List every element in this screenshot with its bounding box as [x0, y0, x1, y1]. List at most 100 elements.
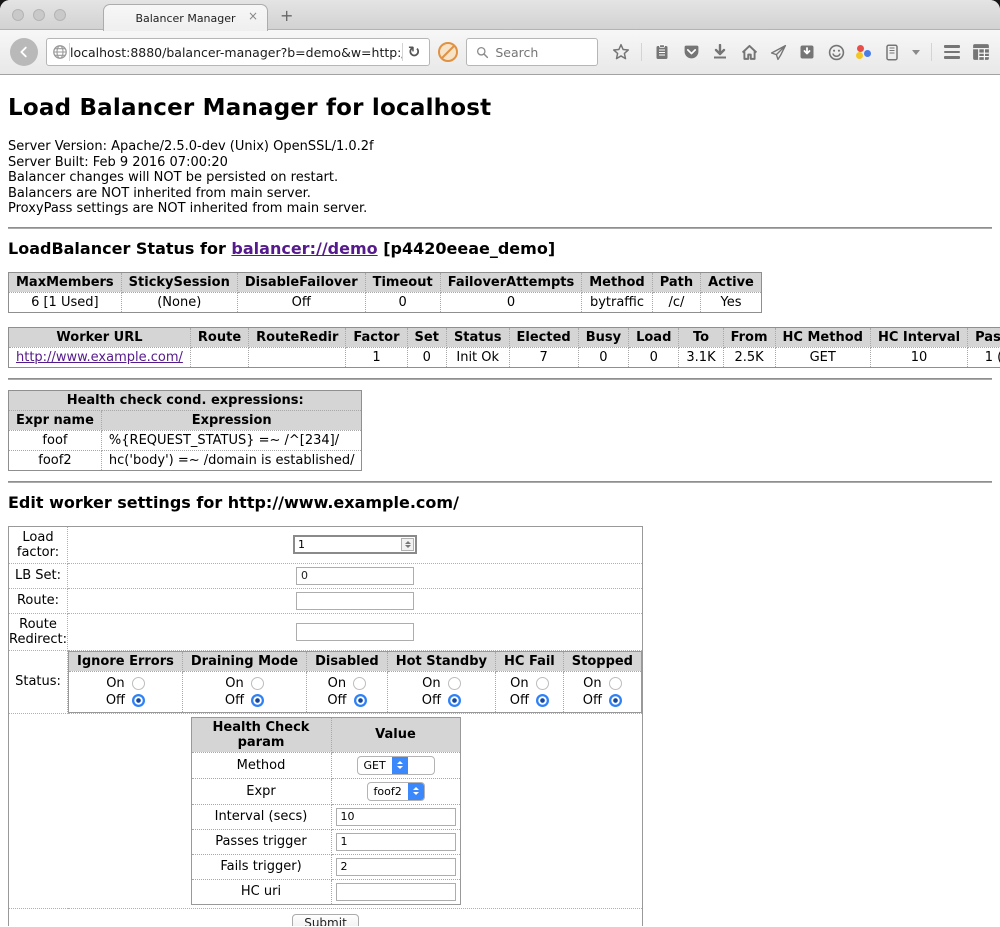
col-method: Method — [582, 272, 652, 292]
reload-icon[interactable]: ↻ — [403, 43, 426, 61]
col-status: Status — [446, 327, 509, 347]
install-box-icon[interactable] — [798, 43, 816, 61]
radio-draining-mode-on[interactable] — [251, 677, 264, 690]
hc-method-value: GET — [358, 757, 392, 774]
overflow-caret-icon[interactable] — [912, 50, 920, 55]
expr-row-foof: foof %{REQUEST_STATUS} =~ /^[234]/ — [9, 430, 362, 450]
window-controls — [12, 9, 66, 21]
col-set: Set — [407, 327, 446, 347]
divider — [8, 227, 992, 229]
globe-icon[interactable] — [51, 43, 69, 61]
tab-title: Balancer Manager — [135, 12, 235, 25]
hc-passes-input[interactable] — [336, 833, 456, 851]
worker-url-link[interactable]: http://www.example.com/ — [16, 350, 183, 365]
cell-failoverattempts: 0 — [440, 292, 582, 312]
col-hc-value: Value — [331, 717, 460, 752]
off-label: Off — [106, 692, 125, 709]
tab-balancer-manager[interactable]: Balancer Manager × — [103, 4, 268, 31]
cell-active: Yes — [701, 292, 762, 312]
lb-set-label: LB Set: — [9, 563, 68, 588]
smiley-icon[interactable] — [827, 43, 845, 61]
radio-hc-fail-off[interactable] — [536, 694, 549, 707]
worker-data-row: http://www.example.com/ 1 0 Init Ok 7 0 … — [9, 347, 1000, 367]
radio-hot-standby-off[interactable] — [448, 694, 461, 707]
colored-dots-icon[interactable] — [856, 44, 872, 60]
submit-button[interactable]: Submit — [292, 914, 359, 927]
back-button[interactable] — [10, 38, 38, 66]
menu-icon[interactable] — [943, 43, 961, 61]
hc-uri-input[interactable] — [336, 883, 456, 901]
hc-uri-label: HC uri — [191, 879, 331, 904]
tab-close-icon[interactable]: × — [248, 10, 258, 22]
col-expression: Expression — [101, 410, 362, 430]
hc-fails-row: Fails trigger) — [191, 854, 460, 879]
radio-ignore-errors-off[interactable] — [132, 694, 145, 707]
route-input[interactable] — [296, 592, 414, 610]
cell-passes: 1 (0) — [968, 347, 1000, 367]
route-redirect-label: Route Redirect: — [9, 613, 68, 650]
off-label: Off — [583, 692, 602, 709]
radio-draining-mode-off[interactable] — [251, 694, 264, 707]
col-hc-interval: HC Interval — [870, 327, 967, 347]
home-icon[interactable] — [740, 43, 758, 61]
col-stopped: Stopped — [563, 651, 641, 671]
hc-fails-input[interactable] — [336, 858, 456, 876]
off-label: Off — [422, 692, 441, 709]
search-icon — [473, 43, 491, 61]
hc-expr-value: foof2 — [368, 783, 408, 800]
device-icon[interactable] — [883, 43, 901, 61]
clipboard-icon[interactable] — [653, 43, 671, 61]
cell-method: bytraffic — [582, 292, 652, 312]
url-input[interactable] — [70, 45, 402, 60]
bookmark-star-icon[interactable] — [612, 43, 630, 61]
window-close-button[interactable] — [12, 9, 24, 21]
send-plane-icon[interactable] — [769, 43, 787, 61]
col-routeredir: RouteRedir — [249, 327, 346, 347]
status-header-row: Ignore Errors Draining Mode Disabled Hot… — [69, 651, 642, 671]
cell-expression: hc('body') =~ /domain is established/ — [101, 450, 362, 470]
hc-method-select[interactable]: GET — [357, 756, 435, 775]
balancer-demo-link[interactable]: balancer://demo — [231, 239, 377, 258]
health-check-row: Health Check param Value Method GET — [9, 713, 643, 908]
radio-disabled-off[interactable] — [354, 694, 367, 707]
col-worker-url: Worker URL — [9, 327, 191, 347]
col-factor: Factor — [346, 327, 407, 347]
window-minimize-button[interactable] — [33, 9, 45, 21]
col-to: To — [679, 327, 723, 347]
downloads-icon[interactable] — [711, 43, 729, 61]
col-failoverattempts: FailoverAttempts — [440, 272, 582, 292]
pocket-icon[interactable] — [682, 43, 700, 61]
route-redirect-row: Route Redirect: — [9, 613, 643, 650]
radio-stopped-on[interactable] — [609, 677, 622, 690]
hc-expr-select[interactable]: foof2 — [367, 782, 425, 801]
edit-worker-form: Load factor: 1 LB Set: Route: Route Redi… — [8, 526, 643, 927]
radio-disabled-on[interactable] — [353, 677, 366, 690]
search-input[interactable] — [495, 45, 585, 60]
load-factor-row: Load factor: 1 — [9, 526, 643, 563]
search-bar[interactable] — [466, 38, 598, 66]
cell-load: 0 — [629, 347, 679, 367]
grid-icon[interactable] — [972, 43, 990, 61]
cell-expr-name: foof — [9, 430, 102, 450]
radio-hot-standby-on[interactable] — [448, 677, 461, 690]
radio-hc-fail-on[interactable] — [536, 677, 549, 690]
route-redirect-input[interactable] — [296, 623, 414, 641]
blocked-content-icon[interactable] — [438, 42, 458, 62]
lb-set-input[interactable] — [296, 567, 414, 585]
browser-window: Balancer Manager × + ↻ — [0, 0, 1000, 927]
number-spinner-icon[interactable] — [401, 538, 414, 551]
url-bar[interactable]: ↻ — [46, 38, 430, 66]
radio-ignore-errors-on[interactable] — [132, 677, 145, 690]
cell-factor: 1 — [346, 347, 407, 367]
hc-interval-input[interactable] — [336, 808, 456, 826]
col-timeout: Timeout — [365, 272, 440, 292]
heading-prefix: LoadBalancer Status for — [8, 239, 231, 258]
new-tab-button[interactable]: + — [280, 6, 293, 25]
balancer-status-heading: LoadBalancer Status for balancer://demo … — [8, 239, 992, 258]
load-factor-input[interactable]: 1 — [293, 535, 417, 554]
cell-routeredir — [249, 347, 346, 367]
radio-stopped-off[interactable] — [609, 694, 622, 707]
balancer-params-table: MaxMembers StickySession DisableFailover… — [8, 272, 762, 313]
window-zoom-button[interactable] — [54, 9, 66, 21]
cell-timeout: 0 — [365, 292, 440, 312]
